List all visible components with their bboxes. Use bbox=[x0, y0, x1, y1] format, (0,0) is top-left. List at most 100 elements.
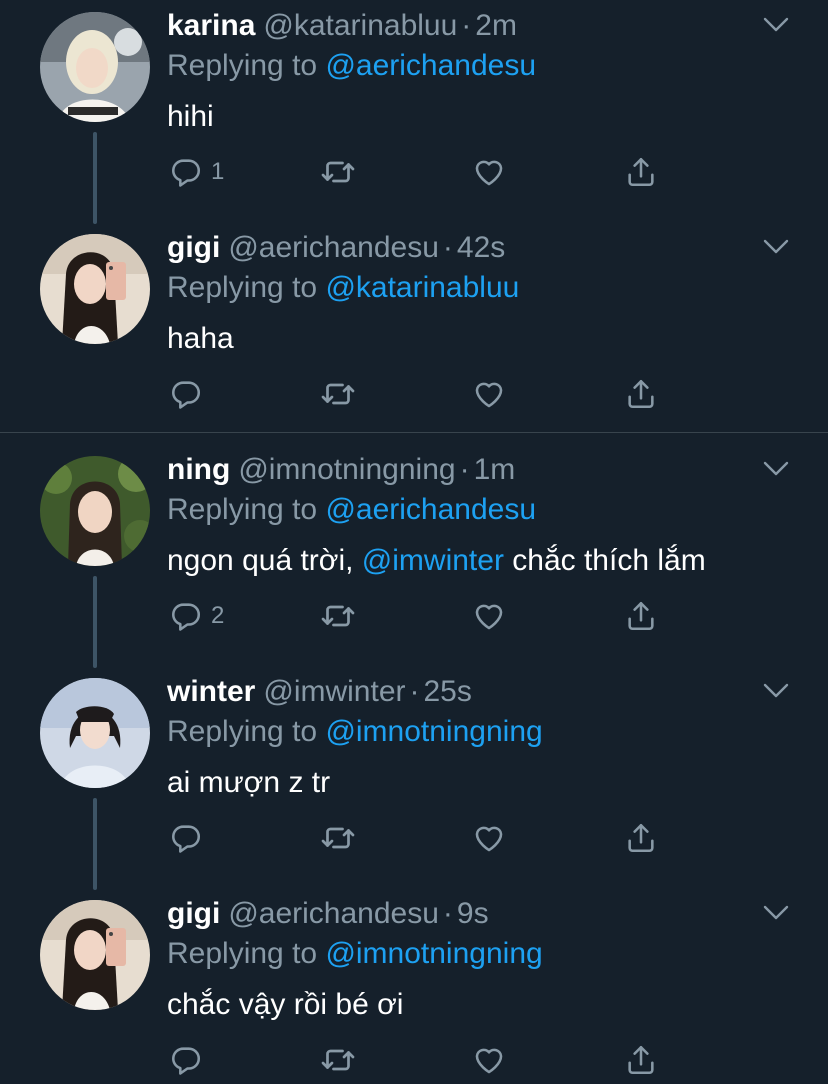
reply-icon bbox=[169, 821, 203, 855]
thread-line bbox=[93, 798, 97, 890]
retweet-icon bbox=[320, 598, 356, 634]
separator: · bbox=[442, 231, 453, 264]
replying-to: Replying to @katarinabluu bbox=[167, 270, 519, 306]
like-button[interactable] bbox=[472, 1040, 506, 1080]
retweet-button[interactable] bbox=[320, 596, 356, 636]
user-handle[interactable]: @imnotningning bbox=[238, 453, 455, 486]
display-name[interactable]: gigi bbox=[167, 231, 220, 264]
reply-icon bbox=[169, 599, 203, 633]
tweet[interactable]: winter @imwinter · 25s Replying to @imnotni… bbox=[0, 666, 828, 890]
like-button[interactable] bbox=[472, 818, 506, 858]
replying-to: Replying to @aerichandesu bbox=[167, 48, 536, 84]
retweet-icon bbox=[320, 154, 356, 190]
retweet-button[interactable] bbox=[320, 818, 356, 858]
like-icon bbox=[472, 155, 506, 189]
display-name[interactable]: gigi bbox=[167, 897, 220, 930]
share-icon bbox=[624, 377, 658, 411]
share-icon bbox=[624, 599, 658, 633]
chevron-down-icon[interactable] bbox=[762, 902, 790, 924]
share-button[interactable] bbox=[624, 818, 658, 858]
tweet-text: hihi bbox=[167, 100, 214, 133]
divider bbox=[0, 432, 828, 433]
tweet-actions: 2 bbox=[167, 596, 667, 636]
timestamp[interactable]: 25s bbox=[424, 675, 472, 708]
reply-count: 1 bbox=[211, 158, 225, 185]
avatar[interactable] bbox=[40, 900, 150, 1010]
replying-to-mention[interactable]: @imnotningning bbox=[325, 715, 542, 748]
tweet-text: ai mượn z tr bbox=[167, 766, 331, 799]
chevron-down-icon[interactable] bbox=[762, 14, 790, 36]
like-icon bbox=[472, 599, 506, 633]
separator: · bbox=[409, 675, 420, 708]
tweet[interactable]: gigi @aerichandesu · 42s Replying to @katar… bbox=[0, 222, 828, 432]
tweet-text: haha bbox=[167, 322, 234, 355]
reply-button[interactable] bbox=[169, 1040, 203, 1080]
replying-to-mention[interactable]: @imnotningning bbox=[325, 937, 542, 970]
reply-button[interactable] bbox=[169, 374, 203, 414]
replying-to: Replying to @imnotningning bbox=[167, 714, 543, 750]
reply-button[interactable]: 1 bbox=[169, 152, 224, 192]
user-handle[interactable]: @aerichandesu bbox=[228, 897, 439, 930]
reply-button[interactable]: 2 bbox=[169, 596, 224, 636]
timestamp[interactable]: 1m bbox=[474, 453, 516, 486]
separator: · bbox=[459, 453, 470, 486]
reply-count: 2 bbox=[211, 602, 225, 629]
display-name[interactable]: karina bbox=[167, 9, 255, 42]
tweet-header: winter @imwinter · 25s bbox=[167, 674, 748, 710]
like-button[interactable] bbox=[472, 374, 506, 414]
share-icon bbox=[624, 155, 658, 189]
timestamp[interactable]: 9s bbox=[457, 897, 489, 930]
tweet-header: ning @imnotningning · 1m bbox=[167, 452, 748, 488]
timestamp[interactable]: 2m bbox=[475, 9, 517, 42]
separator: · bbox=[461, 9, 472, 42]
reply-icon bbox=[169, 155, 203, 189]
replying-to-mention[interactable]: @katarinabluu bbox=[325, 271, 519, 304]
retweet-button[interactable] bbox=[320, 152, 356, 192]
timestamp[interactable]: 42s bbox=[457, 231, 505, 264]
retweet-button[interactable] bbox=[320, 374, 356, 414]
inline-mention[interactable]: @imwinter bbox=[362, 544, 504, 577]
share-button[interactable] bbox=[624, 1040, 658, 1080]
replying-label: Replying to bbox=[167, 49, 318, 82]
tweet[interactable]: gigi @aerichandesu · 9s Replying to @imnotn… bbox=[0, 888, 828, 1084]
share-icon bbox=[624, 1043, 658, 1077]
like-icon bbox=[472, 1043, 506, 1077]
like-button[interactable] bbox=[472, 152, 506, 192]
replying-to: Replying to @imnotningning bbox=[167, 936, 543, 972]
avatar[interactable] bbox=[40, 234, 150, 344]
thread-line bbox=[93, 576, 97, 668]
share-button[interactable] bbox=[624, 596, 658, 636]
tweet-text: ngon quá trời, @imwinter chắc thích lắm bbox=[167, 542, 706, 580]
tweet-actions bbox=[167, 1040, 667, 1080]
share-button[interactable] bbox=[624, 374, 658, 414]
replying-to-mention[interactable]: @aerichandesu bbox=[325, 49, 536, 82]
retweet-icon bbox=[320, 376, 356, 412]
avatar[interactable] bbox=[40, 678, 150, 788]
replying-label: Replying to bbox=[167, 271, 318, 304]
user-handle[interactable]: @aerichandesu bbox=[228, 231, 439, 264]
tweet-actions bbox=[167, 818, 667, 858]
tweet[interactable]: ning @imnotningning · 1m Replying to @aeric… bbox=[0, 444, 828, 668]
display-name[interactable]: ning bbox=[167, 453, 230, 486]
avatar[interactable] bbox=[40, 12, 150, 122]
share-button[interactable] bbox=[624, 152, 658, 192]
user-handle[interactable]: @katarinabluu bbox=[263, 9, 457, 42]
chevron-down-icon[interactable] bbox=[762, 458, 790, 480]
retweet-icon bbox=[320, 820, 356, 856]
display-name[interactable]: winter bbox=[167, 675, 255, 708]
tweet[interactable]: karina @katarinabluu · 2m Replying to @aeri… bbox=[0, 0, 828, 224]
thread-line bbox=[93, 132, 97, 224]
replying-to-mention[interactable]: @aerichandesu bbox=[325, 493, 536, 526]
reply-icon bbox=[169, 377, 203, 411]
reply-icon bbox=[169, 1043, 203, 1077]
like-button[interactable] bbox=[472, 596, 506, 636]
avatar[interactable] bbox=[40, 456, 150, 566]
user-handle[interactable]: @imwinter bbox=[263, 675, 405, 708]
chevron-down-icon[interactable] bbox=[762, 236, 790, 258]
chevron-down-icon[interactable] bbox=[762, 680, 790, 702]
reply-button[interactable] bbox=[169, 818, 203, 858]
tweet-text-part: chắc thích lắm bbox=[503, 544, 706, 577]
retweet-button[interactable] bbox=[320, 1040, 356, 1080]
replying-label: Replying to bbox=[167, 493, 318, 526]
replying-to: Replying to @aerichandesu bbox=[167, 492, 536, 528]
